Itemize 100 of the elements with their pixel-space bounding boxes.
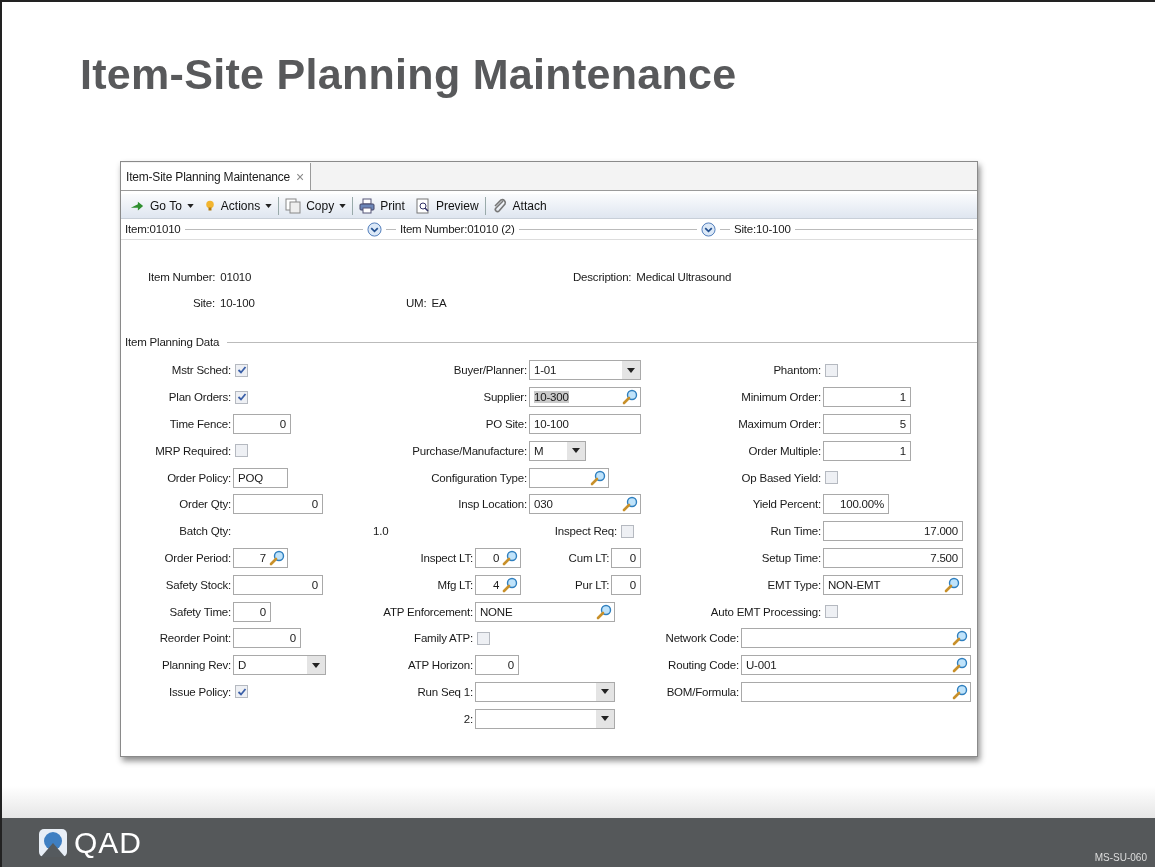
field-label: Configuration Type: — [430, 471, 528, 484]
breadcrumb-link[interactable]: Item:01010 — [125, 223, 181, 235]
checkbox[interactable] — [235, 390, 248, 404]
caret-icon[interactable] — [596, 709, 614, 728]
search-icon[interactable] — [952, 683, 968, 700]
lookup-field[interactable]: 10-300 — [529, 387, 641, 408]
input-field[interactable]: 1 — [823, 387, 911, 408]
lookup-field[interactable] — [741, 681, 971, 702]
search-icon[interactable] — [502, 549, 519, 566]
field-label: Yield Percent: — [751, 498, 822, 511]
lookup-field[interactable]: 7 — [233, 547, 288, 568]
search-icon[interactable] — [502, 576, 519, 593]
lightbulb-icon — [203, 198, 216, 214]
input-field[interactable]: 0 — [233, 414, 291, 434]
checkbox[interactable] — [825, 605, 838, 619]
slide-code: MS-SU-060 — [1094, 852, 1147, 863]
field-label: Batch Qty: — [178, 525, 232, 538]
checkbox[interactable] — [621, 524, 634, 538]
input-field[interactable]: 10-100 — [529, 414, 641, 434]
toolbar-button[interactable]: Copy — [281, 195, 351, 217]
field-value: 1.0 — [372, 525, 389, 538]
search-icon[interactable] — [590, 469, 606, 486]
field-label: BOM/Formula: — [665, 685, 740, 698]
caret-icon[interactable] — [596, 682, 614, 701]
expand-icon[interactable] — [366, 221, 382, 237]
search-icon[interactable] — [952, 657, 968, 674]
document-tab[interactable]: Item-Site Planning Maintenance × — [121, 163, 312, 190]
checkbox[interactable] — [235, 444, 248, 458]
lookup-field[interactable] — [529, 467, 609, 488]
search-icon[interactable] — [622, 389, 638, 406]
checkbox[interactable] — [825, 471, 838, 485]
field-label: Insp Location: — [457, 498, 528, 511]
toolbar-button[interactable]: Attach — [487, 195, 551, 217]
search-icon[interactable] — [269, 549, 285, 566]
field-label: Setup Time: — [760, 551, 822, 564]
dropdown[interactable]: M — [529, 440, 586, 461]
breadcrumb-link[interactable]: Site:10-100 — [734, 223, 791, 235]
field-label: UM: — [406, 297, 427, 309]
lookup-field[interactable]: NONE — [475, 601, 615, 622]
lookup-field[interactable]: 4 — [475, 574, 522, 595]
field-label: Run Seq 1: — [416, 685, 474, 698]
field-label: Routing Code: — [667, 659, 740, 672]
input-field[interactable]: 0 — [233, 601, 271, 622]
input-field[interactable]: 0 — [233, 628, 301, 649]
field-label: Inspect Req: — [553, 525, 618, 538]
checkbox[interactable] — [235, 363, 248, 377]
field-label: Pur LT: — [574, 578, 611, 591]
search-icon[interactable] — [944, 576, 960, 593]
field-label: Family ATP: — [413, 632, 474, 645]
close-icon[interactable]: × — [296, 168, 305, 185]
dropdown[interactable]: D — [233, 655, 326, 676]
input-field[interactable]: 17.000 — [823, 521, 963, 542]
caret-icon[interactable] — [567, 441, 585, 460]
field-label: Order Qty: — [178, 498, 232, 511]
field-label: Inspect LT: — [419, 551, 474, 564]
input-field[interactable]: 100.00% — [823, 494, 889, 515]
field-label: Time Fence: — [168, 418, 232, 430]
toolbar-button[interactable]: Print — [355, 195, 409, 217]
field-label: Order Multiple: — [747, 444, 822, 457]
breadcrumb-link[interactable]: Item Number:01010 (2) — [399, 223, 515, 235]
field-label: PO Site: — [484, 418, 528, 430]
checkbox[interactable] — [235, 685, 248, 699]
caret-icon[interactable] — [622, 361, 640, 380]
field-label: Description: — [573, 271, 632, 283]
field-label: Buyer/Planner: — [452, 364, 528, 377]
lookup-field[interactable] — [741, 628, 971, 649]
input-field[interactable]: 0 — [233, 494, 323, 515]
dropdown[interactable]: 1-01 — [529, 360, 641, 381]
field-label: Planning Rev: — [161, 659, 232, 672]
field-label: 2: — [462, 712, 474, 725]
search-icon[interactable] — [596, 603, 612, 620]
toolbar-button[interactable]: Preview — [410, 195, 483, 217]
checkbox[interactable] — [477, 631, 490, 645]
checkbox[interactable] — [825, 363, 838, 377]
search-icon[interactable] — [622, 496, 638, 513]
input-field[interactable]: 1 — [823, 440, 911, 461]
field-label: Op Based Yield: — [740, 471, 822, 484]
field-label: Run Time: — [769, 525, 822, 538]
logo-icon — [38, 827, 68, 858]
input-field[interactable]: 0 — [233, 574, 323, 595]
field-label: Supplier: — [482, 391, 528, 404]
lookup-field[interactable]: U-001 — [741, 655, 971, 676]
lookup-field[interactable]: 0 — [475, 547, 522, 568]
field-label: Order Period: — [163, 551, 232, 564]
input-field[interactable]: 0 — [611, 547, 641, 568]
search-icon[interactable] — [952, 630, 968, 647]
toolbar-button[interactable]: Actions — [199, 195, 277, 217]
input-field[interactable]: 5 — [823, 414, 911, 434]
field-label: Item Number: — [148, 271, 216, 283]
input-field[interactable]: 7.500 — [823, 547, 963, 568]
toolbar-button[interactable]: Go To — [125, 195, 198, 217]
expand-icon[interactable] — [701, 221, 716, 237]
lookup-field[interactable]: 030 — [529, 494, 641, 515]
input-field[interactable]: POQ — [233, 467, 288, 488]
input-field[interactable]: 0 — [611, 574, 641, 595]
section-title: Item Planning Data — [125, 336, 220, 348]
printer-icon — [359, 198, 376, 214]
caret-icon[interactable] — [307, 656, 325, 675]
input-field[interactable]: 0 — [475, 655, 519, 676]
lookup-field[interactable]: NON-EMT — [823, 574, 963, 595]
